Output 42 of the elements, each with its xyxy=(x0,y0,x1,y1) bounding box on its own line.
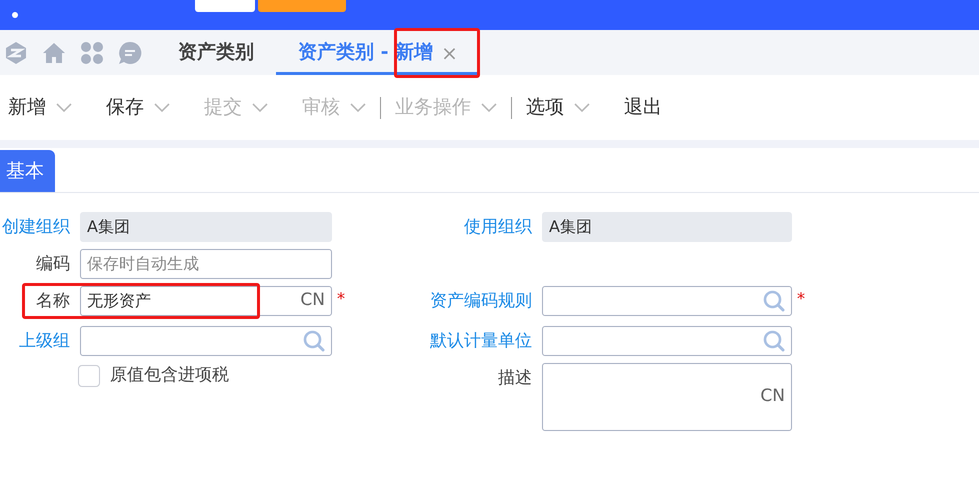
search-icon[interactable] xyxy=(763,330,785,352)
lookup-field[interactable] xyxy=(542,286,792,316)
toolbar-button[interactable]: 保存 xyxy=(106,93,170,122)
required-mark: * xyxy=(796,288,806,310)
language-tag: CN xyxy=(760,384,785,410)
close-icon[interactable]: × xyxy=(441,38,458,68)
field-label: 编码 xyxy=(35,253,71,276)
lookup-field[interactable] xyxy=(80,326,332,356)
checkbox[interactable] xyxy=(78,364,100,387)
field-link[interactable]: 使用组织 xyxy=(420,212,538,242)
required-mark: * xyxy=(336,288,346,310)
field-link[interactable]: 上级组 xyxy=(0,326,76,356)
form-tab[interactable]: 基本 xyxy=(0,150,55,192)
toolbar-button[interactable]: 新增 xyxy=(8,93,72,122)
readonly-field: A集团 xyxy=(542,212,792,242)
tab[interactable]: 资产类别 xyxy=(156,30,276,75)
field-label: 名称 xyxy=(35,290,71,313)
input-field[interactable]: 无形资产 CN xyxy=(80,286,332,316)
field-link[interactable]: 资产编码规则 xyxy=(420,286,538,316)
caret-icon xyxy=(481,102,497,112)
checkbox-label: 原值包含进项税 xyxy=(110,364,229,387)
home-icon[interactable] xyxy=(42,40,66,64)
caret-icon xyxy=(350,102,366,112)
toolbar-button[interactable]: 选项 xyxy=(526,93,590,122)
text-area[interactable]: CN xyxy=(542,363,792,431)
caret-icon xyxy=(56,102,72,112)
readonly-field: A集团 xyxy=(80,212,332,242)
field-link[interactable]: 创建组织 xyxy=(0,212,76,242)
search-icon[interactable] xyxy=(763,290,785,312)
language-tag: CN xyxy=(300,288,325,314)
apps-icon[interactable] xyxy=(80,40,104,64)
tab[interactable]: 资产类别 - 新增 × xyxy=(276,30,480,75)
chat-icon[interactable] xyxy=(118,40,142,64)
search-icon[interactable] xyxy=(303,330,325,352)
caret-icon xyxy=(574,102,590,112)
field-label: 描述 xyxy=(497,367,533,390)
lookup-field[interactable] xyxy=(542,326,792,356)
toolbar-button[interactable]: 退出 xyxy=(624,93,662,122)
input-field[interactable]: 保存时自动生成 xyxy=(80,249,332,279)
caret-icon xyxy=(154,102,170,112)
caret-icon xyxy=(252,102,268,112)
field-link[interactable]: 默认计量单位 xyxy=(420,326,538,356)
